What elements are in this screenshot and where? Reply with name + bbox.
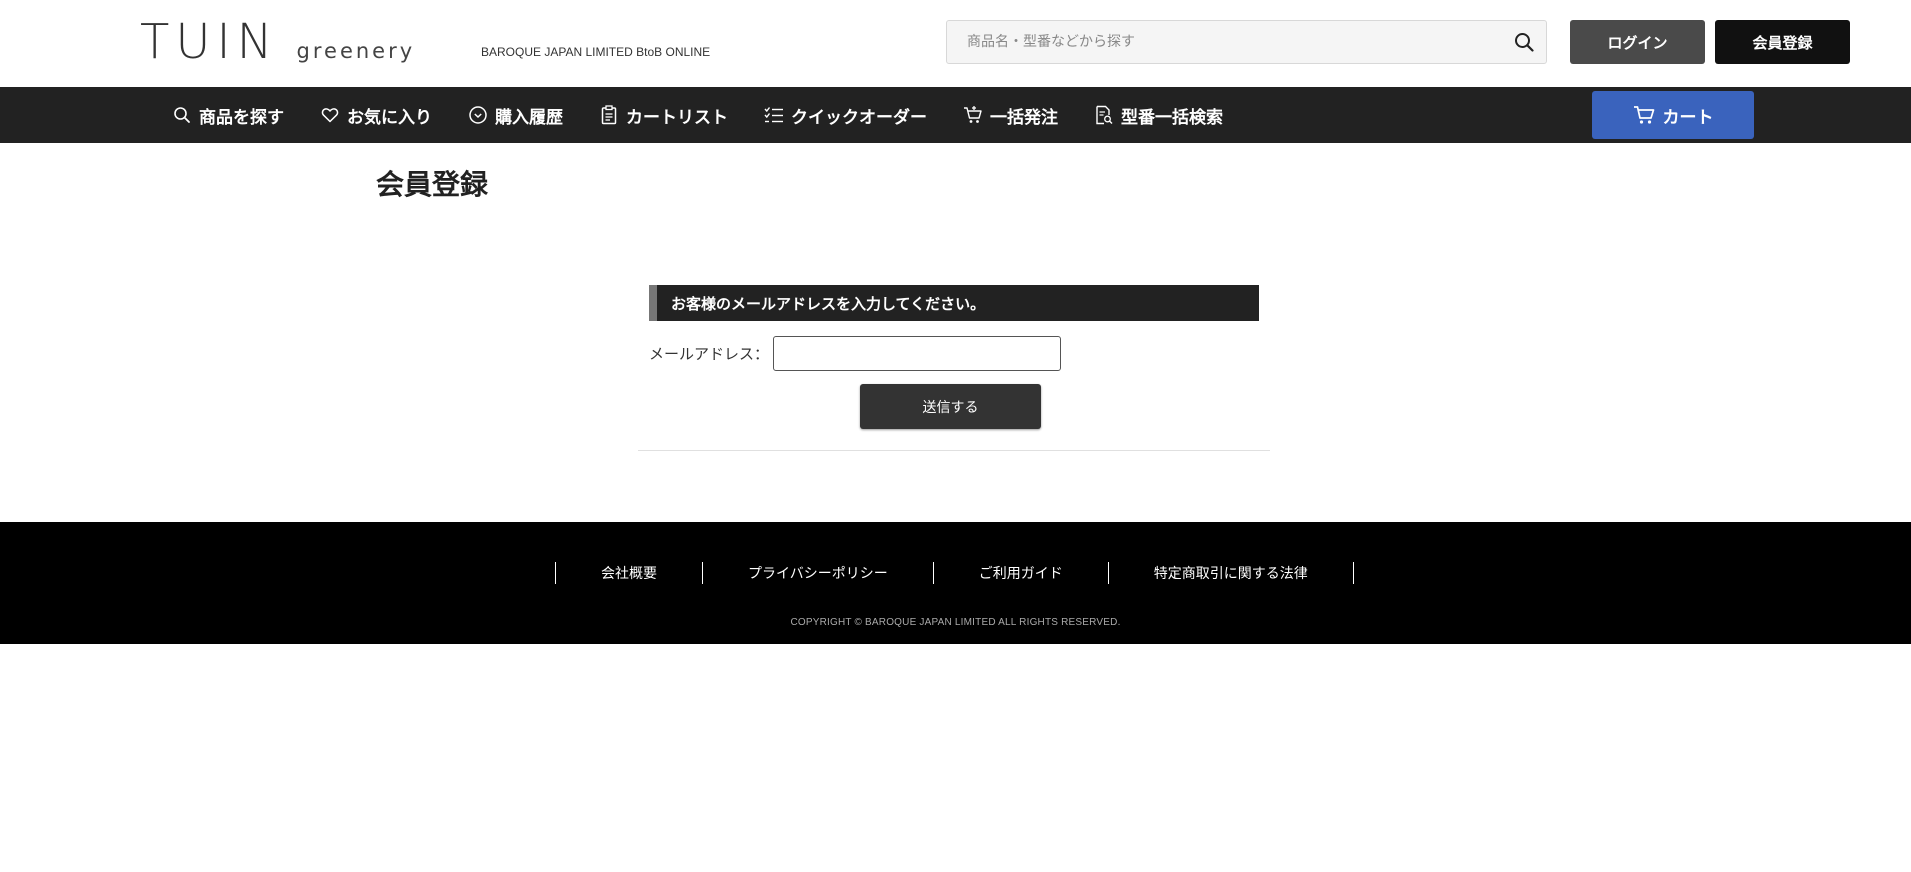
cart-button[interactable]: カート <box>1592 91 1754 139</box>
form-heading: お客様のメールアドレスを入力してください。 <box>649 285 1259 321</box>
footer-link-guide[interactable]: ご利用ガイド <box>934 563 1108 583</box>
email-field[interactable] <box>773 336 1062 371</box>
nav-item-search-products[interactable]: 商品を探す <box>172 103 284 128</box>
site-tagline: BAROQUE JAPAN LIMITED BtoB ONLINE <box>481 45 711 59</box>
nav-item-favorites[interactable]: お気に入り <box>320 103 432 128</box>
nav-item-bulk-order[interactable]: 一括発注 <box>963 103 1058 128</box>
footer-link-commercial-law[interactable]: 特定商取引に関する法律 <box>1109 563 1353 583</box>
copyright-text: COPYRIGHT © BAROQUE JAPAN LIMITED ALL RI… <box>790 617 1121 628</box>
email-registration-form: お客様のメールアドレスを入力してください。 メールアドレス： 送信する <box>649 285 1259 429</box>
email-row: メールアドレス： <box>649 336 1259 371</box>
footer-link-privacy-policy[interactable]: プライバシーポリシー <box>703 563 933 583</box>
footer-link-company[interactable]: 会社概要 <box>556 563 702 583</box>
email-label: メールアドレス： <box>649 345 770 363</box>
cart-button-label: カート <box>1662 107 1714 128</box>
footer-links: 会社概要 プライバシーポリシー ご利用ガイド 特定商取引に関する法律 <box>555 562 1354 584</box>
main-nav: 商品を探す お気に入り 購入履歴 カートリスト クイックオーダー 一括発注 型番… <box>0 87 1911 143</box>
heart-icon <box>320 105 340 125</box>
nav-item-label: 型番一括検索 <box>1121 107 1223 128</box>
nav-item-label: カートリスト <box>626 107 728 128</box>
logo-sub-text: greenery <box>296 39 416 63</box>
nav-item-cart-list[interactable]: カートリスト <box>599 103 728 128</box>
nav-item-label: 一括発注 <box>990 107 1058 128</box>
nav-item-label: 商品を探す <box>199 107 284 128</box>
search-button[interactable] <box>1502 20 1546 64</box>
content-divider <box>638 450 1270 451</box>
search-icon <box>172 105 192 125</box>
nav-item-label: 購入履歴 <box>495 107 563 128</box>
site-logo[interactable]: TUIN greenery <box>140 18 415 66</box>
page-title: 会員登録 <box>376 168 489 201</box>
nav-item-label: クイックオーダー <box>791 107 927 128</box>
site-header: TUIN greenery BAROQUE JAPAN LIMITED BtoB… <box>0 0 1911 87</box>
nav-item-quick-order[interactable]: クイックオーダー <box>764 103 927 128</box>
clipboard-icon <box>599 105 619 125</box>
search-bar <box>946 20 1547 64</box>
register-button[interactable]: 会員登録 <box>1715 20 1850 64</box>
nav-item-purchase-history[interactable]: 購入履歴 <box>468 103 563 128</box>
cart-plus-icon <box>963 105 983 125</box>
search-input[interactable] <box>947 21 1502 63</box>
document-search-icon <box>1094 105 1114 125</box>
login-button[interactable]: ログイン <box>1570 20 1705 64</box>
checklist-icon <box>764 105 784 125</box>
footer-separator <box>1352 562 1354 584</box>
nav-item-bulk-model-search[interactable]: 型番一括検索 <box>1094 103 1223 128</box>
logo-main-text: TUIN <box>140 14 279 70</box>
submit-button[interactable]: 送信する <box>860 384 1041 429</box>
nav-item-label: お気に入り <box>347 107 432 128</box>
clock-icon <box>468 105 488 125</box>
site-footer: 会社概要 プライバシーポリシー ご利用ガイド 特定商取引に関する法律 COPYR… <box>0 522 1911 644</box>
search-icon <box>1515 33 1534 52</box>
cart-icon <box>1633 105 1655 125</box>
